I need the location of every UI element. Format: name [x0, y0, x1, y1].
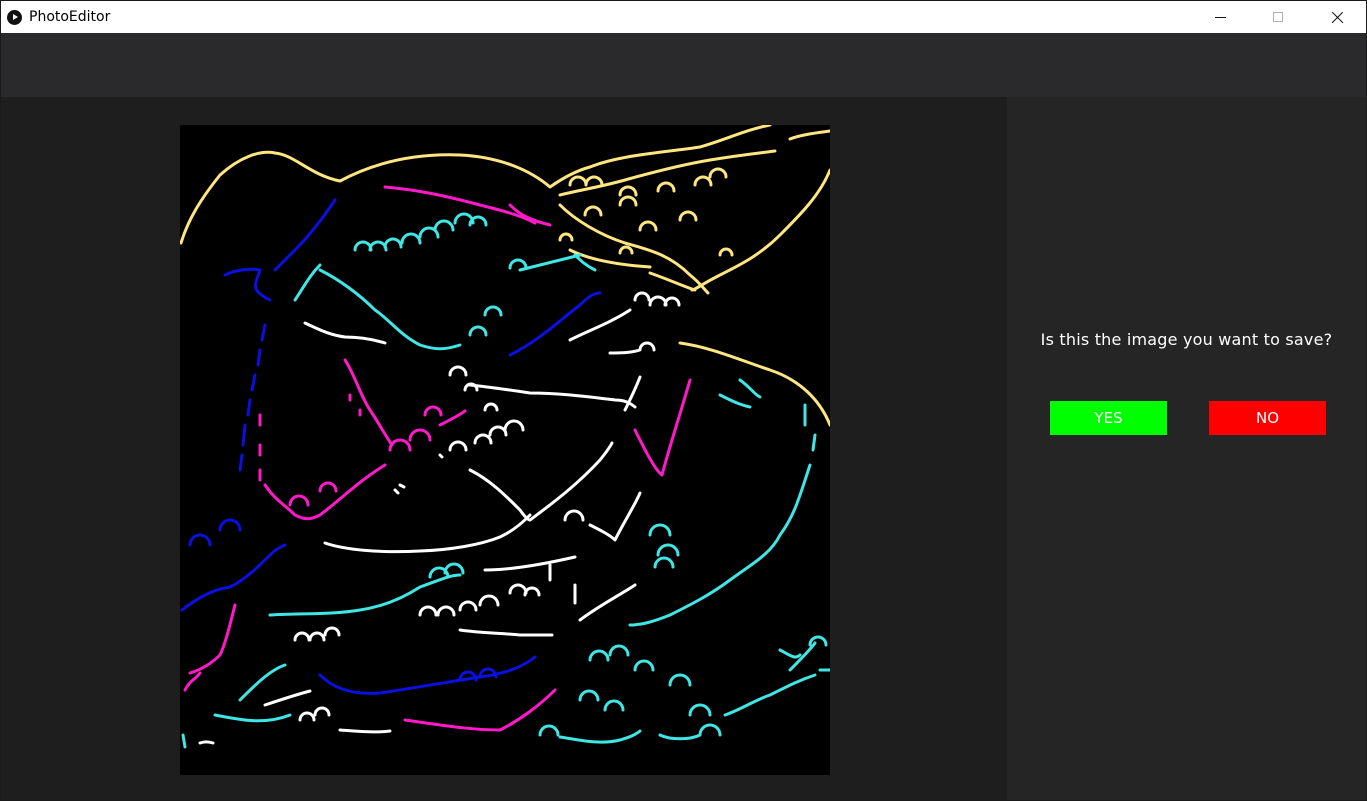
maximize-icon[interactable]	[1249, 1, 1307, 33]
window-title: PhotoEditor	[29, 9, 111, 25]
image-background	[180, 125, 830, 775]
yes-button[interactable]: YES	[1050, 401, 1167, 435]
title-bar[interactable]: PhotoEditor	[1, 1, 1366, 33]
photoeditor-window: PhotoEditor Is this the image you want t…	[0, 0, 1367, 801]
minimize-icon[interactable]	[1191, 1, 1249, 33]
no-button[interactable]: NO	[1209, 401, 1326, 435]
save-confirm-prompt: Is this the image you want to save?	[1040, 330, 1333, 349]
play-circle-icon	[7, 10, 22, 25]
save-confirm-panel	[1007, 97, 1366, 800]
edge-image-svg	[180, 125, 830, 775]
close-icon[interactable]	[1308, 1, 1366, 33]
edge-detected-image	[180, 125, 830, 775]
toolbar	[1, 33, 1366, 97]
